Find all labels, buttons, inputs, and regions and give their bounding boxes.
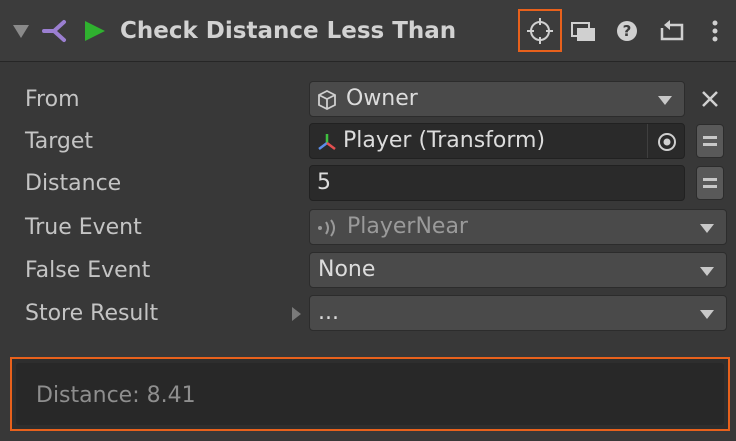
field-row-from: From Owner <box>0 81 736 119</box>
from-dropdown[interactable]: Owner <box>309 81 685 117</box>
store-result-dropdown[interactable]: ... <box>309 295 727 331</box>
svg-text:?: ? <box>623 22 632 40</box>
more-options-button[interactable] <box>698 9 732 52</box>
chevron-down-icon <box>700 224 714 233</box>
help-button[interactable]: ? <box>606 9 648 52</box>
store-result-value: ... <box>318 300 339 325</box>
field-row-true-event: True Event PlayerNear <box>0 209 736 247</box>
target-value: Player (Transform) <box>343 128 546 153</box>
field-row-distance: Distance 5 <box>0 165 736 203</box>
field-row-store-result: Store Result ... <box>0 295 736 333</box>
distance-value: 5 <box>317 170 331 195</box>
field-label-store-result: Store Result <box>25 301 159 326</box>
object-picker-icon[interactable] <box>656 131 678 153</box>
window-button[interactable] <box>563 9 605 52</box>
true-event-value: PlayerNear <box>347 214 468 239</box>
action-branch-icon <box>42 20 66 42</box>
debug-info-box: Distance: 8.41 <box>16 363 724 425</box>
true-event-dropdown[interactable]: PlayerNear <box>309 209 727 245</box>
field-row-false-event: False Event None <box>0 252 736 290</box>
window-stack-icon <box>571 21 595 41</box>
distance-input[interactable]: 5 <box>309 165 685 201</box>
field-row-target: Target Player (Transform) <box>0 123 736 161</box>
field-label-false-event: False Event <box>25 258 151 283</box>
locate-button[interactable] <box>518 9 562 52</box>
chevron-down-icon <box>700 310 714 319</box>
broadcast-signal-icon <box>318 219 335 237</box>
field-label-target: Target <box>25 129 94 154</box>
chevron-down-icon <box>700 267 714 276</box>
refresh-button[interactable] <box>650 9 694 52</box>
target-object-field[interactable]: Player (Transform) <box>309 123 685 159</box>
from-value: Owner <box>346 86 418 111</box>
equals-icon <box>703 136 717 146</box>
field-label-distance: Distance <box>25 171 122 196</box>
picker-divider <box>647 124 648 158</box>
field-label-true-event: True Event <box>25 215 142 240</box>
variable-toggle-distance[interactable] <box>696 166 724 200</box>
action-header: Check Distance Less Than ? <box>0 0 736 62</box>
clear-from-button[interactable] <box>696 82 724 116</box>
cube-icon <box>318 89 336 111</box>
action-title: Check Distance Less Than <box>120 18 457 44</box>
crosshair-icon <box>527 17 553 44</box>
false-event-dropdown[interactable]: None <box>309 252 727 288</box>
enabled-play-icon[interactable] <box>82 18 108 44</box>
variable-toggle-target[interactable] <box>696 124 724 158</box>
equals-icon <box>703 178 717 188</box>
vertical-ellipsis-icon <box>712 20 718 41</box>
transform-gizmo-icon <box>318 134 336 150</box>
refresh-loop-icon <box>660 19 684 40</box>
false-event-value: None <box>318 257 376 282</box>
chevron-down-icon <box>658 96 672 105</box>
field-label-from: From <box>25 87 80 112</box>
chevron-right-icon[interactable] <box>290 306 302 322</box>
debug-info-panel: Distance: 8.41 <box>10 357 730 431</box>
close-icon <box>702 91 718 107</box>
foldout-triangle-icon[interactable] <box>12 22 30 40</box>
debug-distance-readout: Distance: 8.41 <box>36 383 196 408</box>
help-icon: ? <box>617 20 637 41</box>
